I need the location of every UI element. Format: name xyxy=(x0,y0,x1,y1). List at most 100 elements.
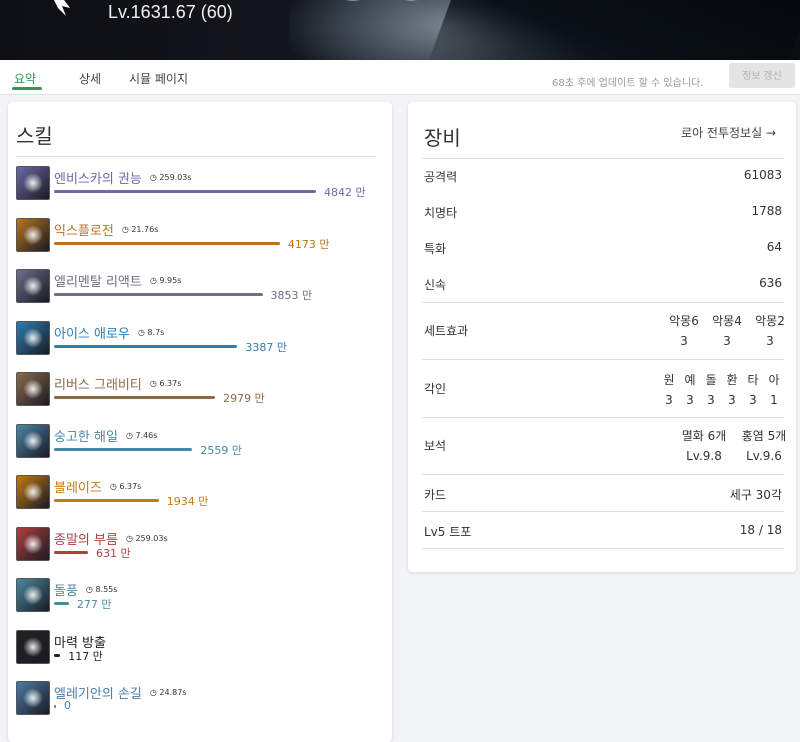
set-effect-row: 세트효과 악몽6 3 악몽4 3 악몽2 3 xyxy=(422,302,785,360)
elegian-touch-icon xyxy=(16,681,50,715)
stats-block: 공격력 61083 치명타 1788 특화 64 신속 636 xyxy=(422,158,784,303)
blaze-icon xyxy=(16,475,50,509)
engraving-col: 아 1 xyxy=(765,371,783,407)
set-effect-col: 악몽4 3 xyxy=(707,312,747,348)
skill-damage-value: 2979 만 xyxy=(223,392,265,405)
ice-arrow-icon xyxy=(16,320,50,355)
set-effect-name: 악몽4 xyxy=(712,314,742,328)
gem-row: 보석 멸화 6개 Lv.9.8 홍염 5개 Lv.9.6 xyxy=(422,417,786,475)
skills-card: 스킬 엔비스카의 권능 ◷ 259.03s 4842 만 익스플로전 ◷ 21.76s 4… xyxy=(8,102,392,742)
engraving-col: 원 3 xyxy=(660,371,678,407)
skill-damage-bar xyxy=(54,705,56,708)
skill-damage-bar xyxy=(54,447,193,451)
explosion-icon xyxy=(16,217,50,252)
engraving-col: 예 3 xyxy=(681,371,699,407)
skill-cooldown: ◷ 24.87s xyxy=(149,688,187,697)
tab-summary[interactable]: 요약 xyxy=(14,70,36,87)
stat-value-attack: 61083 xyxy=(743,168,782,182)
skill-row[interactable]: 돌풍 ◷ 8.55s 277 만 xyxy=(16,578,386,628)
tab-simulation-page[interactable]: 시뮬 페이지 xyxy=(129,70,188,87)
trophy-value: 18 / 18 xyxy=(739,523,782,537)
stat-label-swiftness: 신속 xyxy=(424,278,447,292)
skill-cooldown: ◷ 8.7s xyxy=(137,327,165,337)
engraving-name: 예 xyxy=(684,373,696,387)
skill-name: 익스플로전 xyxy=(54,223,114,239)
skill-name: 아이스 애로우 xyxy=(54,326,130,342)
card-row: 카드 세구 30각 xyxy=(422,474,784,512)
character-level: Lv.1631.67 (60) xyxy=(108,2,233,22)
refresh-info-button[interactable]: 정보 갱신 xyxy=(729,63,795,88)
skill-damage-value: 631 만 xyxy=(96,546,131,560)
engraving-value: 3 xyxy=(728,393,736,407)
skill-row[interactable]: 엘리멘탈 리액트 ◷ 9.95s 3853 만 xyxy=(16,269,386,319)
engraving-row: 각인 원 3 예 3 돌 3 환 3 타 3 아 1 xyxy=(422,359,784,418)
class-emblem-icon xyxy=(50,0,74,22)
engraving-value: 1 xyxy=(770,393,778,407)
gust-icon xyxy=(16,578,50,612)
gem-level: Lv.9.6 xyxy=(746,449,782,463)
update-cooldown-note: 68초 후에 업데이트 할 수 있습니다. xyxy=(552,78,704,89)
portrait-hat xyxy=(425,0,800,60)
engraving-label: 각인 xyxy=(424,382,447,396)
trophy-row: Lv5 트포 18 / 18 xyxy=(422,511,784,549)
skill-row[interactable]: 엘레기안의 손길 ◷ 24.87s 0 xyxy=(16,681,386,731)
tab-detail[interactable]: 상세 xyxy=(79,70,101,87)
gem-level: Lv.9.8 xyxy=(686,449,722,463)
engraving-name: 환 xyxy=(726,373,738,387)
skill-row[interactable]: 블레이즈 ◷ 6.37s 1934 만 xyxy=(16,475,386,525)
portrait-eye-left xyxy=(340,0,366,1)
skill-damage-bar xyxy=(54,190,316,193)
gem-name: 멸화 6개 xyxy=(681,429,727,443)
equipment-card: 장비 로아 전투정보실 → 공격력 61083 치명타 1788 특화 64 신… xyxy=(408,102,796,572)
skill-name: 돌풍 xyxy=(54,584,78,599)
skill-row[interactable]: 아이스 애로우 ◷ 8.7s 3387 만 xyxy=(16,320,386,371)
skill-damage-value: 2559 만 xyxy=(200,443,242,457)
skill-damage-bar xyxy=(54,293,263,296)
card-label: 카드 xyxy=(424,488,447,502)
set-effect-value: 3 xyxy=(766,334,774,348)
engraving-name: 원 xyxy=(663,373,675,387)
engraving-name: 아 xyxy=(768,373,780,387)
gem-name: 홍염 5개 xyxy=(741,429,787,443)
skill-cooldown: ◷ 8.55s xyxy=(85,585,118,594)
engraving-col: 돌 3 xyxy=(702,371,720,407)
engraving-value: 3 xyxy=(665,393,673,407)
skills-title: 스킬 xyxy=(16,124,53,148)
mana-release-icon xyxy=(16,629,50,664)
stat-value-specialization: 64 xyxy=(766,240,782,254)
skill-row[interactable]: 익스플로전 ◷ 21.76s 4173 만 xyxy=(16,217,386,268)
card-value: 세구 30각 xyxy=(729,488,782,502)
set-effect-value: 3 xyxy=(680,334,688,348)
trophy-label: Lv5 트포 xyxy=(424,525,472,539)
skill-damage-bar xyxy=(54,602,69,605)
skill-damage-value: 0 xyxy=(64,699,71,712)
engraving-name: 돌 xyxy=(705,373,717,387)
skill-row[interactable]: 종말의 부름 ◷ 259.03s 631 만 xyxy=(16,526,386,577)
call-of-doom-icon xyxy=(16,526,50,561)
skill-damage-value: 117 만 xyxy=(68,649,103,663)
skill-damage-bar xyxy=(54,241,280,245)
sublime-wave-icon xyxy=(16,423,50,458)
skill-cooldown: ◷ 9.95s xyxy=(149,276,182,285)
stat-value-swiftness: 636 xyxy=(759,276,782,290)
envisca-authority-icon xyxy=(16,166,50,200)
stat-label-crit: 치명타 xyxy=(424,206,458,220)
skill-damage-value: 3387 만 xyxy=(245,340,288,354)
skill-damage-value: 3853 만 xyxy=(270,289,313,302)
skill-row[interactable]: 리버스 그래비티 ◷ 6.37s 2979 만 xyxy=(16,372,386,422)
stat-label-specialization: 특화 xyxy=(424,242,447,256)
skill-damage-bar xyxy=(54,344,238,348)
gem-col: 홍염 5개 Lv.9.6 xyxy=(736,427,792,463)
loa-battle-info-link[interactable]: 로아 전투정보실 → xyxy=(681,124,776,141)
stat-value-crit: 1788 xyxy=(751,204,782,218)
skill-name: 리버스 그래비티 xyxy=(54,378,142,393)
skill-name: 엔비스카의 권능 xyxy=(54,172,142,187)
skill-damage-value: 1934 만 xyxy=(166,495,209,508)
skill-damage-bar xyxy=(54,499,159,502)
engraving-col: 환 3 xyxy=(723,371,741,407)
skill-row[interactable]: 마력 방출 117 만 xyxy=(16,629,386,680)
skill-row[interactable]: 엔비스카의 권능 ◷ 259.03s 4842 만 xyxy=(16,166,386,216)
set-effect-value: 3 xyxy=(723,334,731,348)
stat-label-attack: 공격력 xyxy=(424,170,458,184)
skill-row[interactable]: 숭고한 해일 ◷ 7.46s 2559 만 xyxy=(16,423,386,474)
